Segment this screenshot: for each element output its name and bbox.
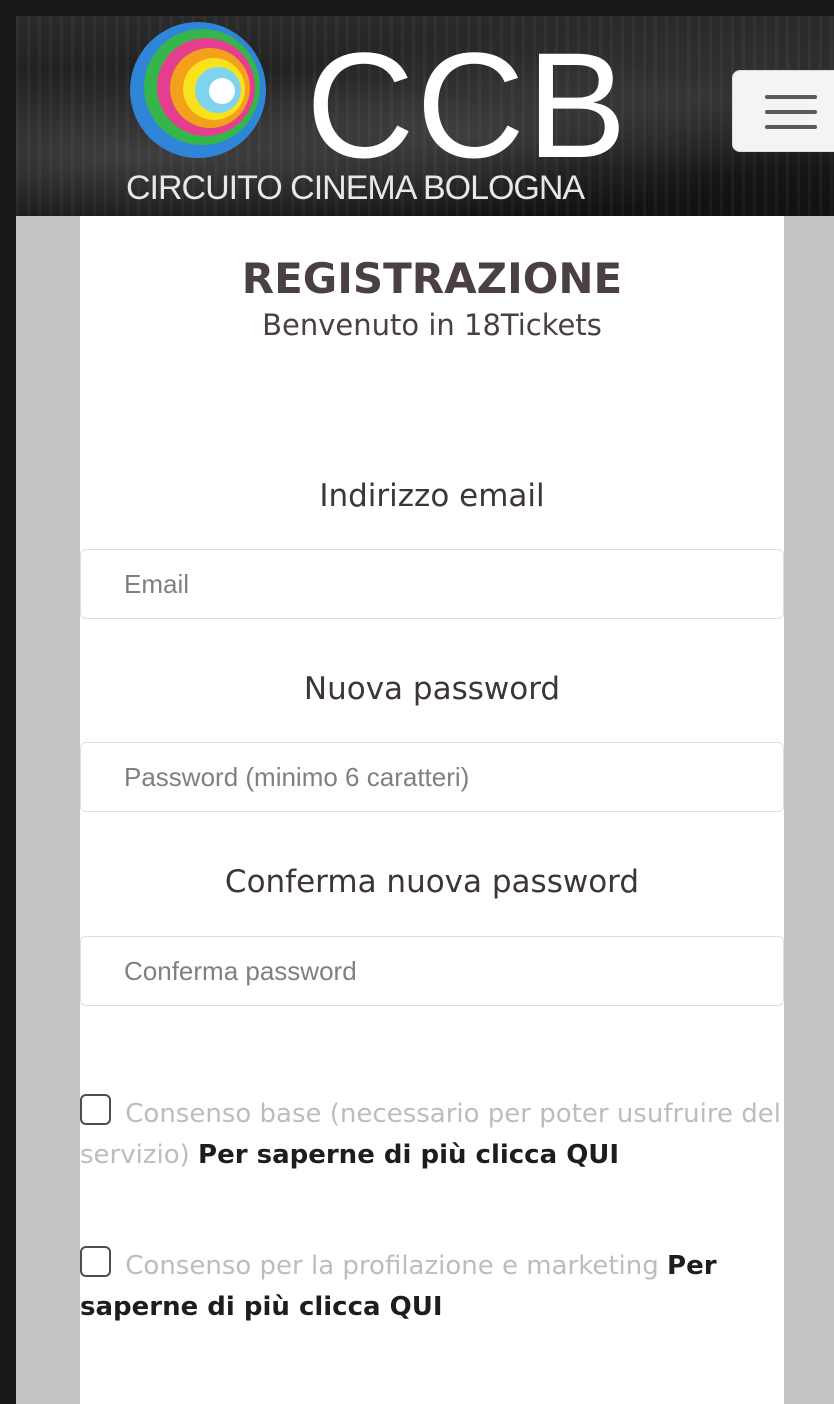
page-title: REGISTRAZIONE bbox=[241, 254, 623, 303]
confirm-password-label: Conferma nuova password bbox=[224, 864, 640, 900]
consent-base: Consenso base (necessario per poter usuf… bbox=[80, 1094, 784, 1176]
left-frame bbox=[0, 0, 16, 1404]
menu-line-icon bbox=[765, 95, 817, 99]
consent-marketing: Consenso per la profilazione e marketing… bbox=[80, 1246, 784, 1328]
menu-line-icon bbox=[765, 125, 817, 129]
consent-marketing-text: Consenso per la profilazione e marketing bbox=[125, 1251, 659, 1281]
logo-subtitle: CIRCUITO CINEMA BOLOGNA bbox=[126, 169, 585, 207]
confirm-password-field[interactable] bbox=[80, 936, 784, 1006]
menu-line-icon bbox=[765, 110, 817, 114]
password-field[interactable] bbox=[80, 742, 784, 812]
ccb-logo-icon bbox=[130, 22, 266, 158]
email-field[interactable] bbox=[80, 549, 784, 619]
consent-marketing-checkbox[interactable] bbox=[80, 1246, 111, 1277]
consent-base-checkbox[interactable] bbox=[80, 1094, 111, 1125]
page-subtitle: Benvenuto in 18Tickets bbox=[262, 308, 602, 342]
password-label: Nuova password bbox=[303, 671, 561, 707]
site-header: CCB CIRCUITO CINEMA BOLOGNA bbox=[16, 16, 834, 216]
hamburger-menu-button[interactable] bbox=[732, 70, 834, 152]
consent-base-link[interactable]: Per saperne di più clicca QUI bbox=[198, 1140, 619, 1170]
logo-text: CCB bbox=[306, 21, 629, 189]
top-frame bbox=[0, 0, 834, 16]
email-label: Indirizzo email bbox=[319, 478, 545, 514]
